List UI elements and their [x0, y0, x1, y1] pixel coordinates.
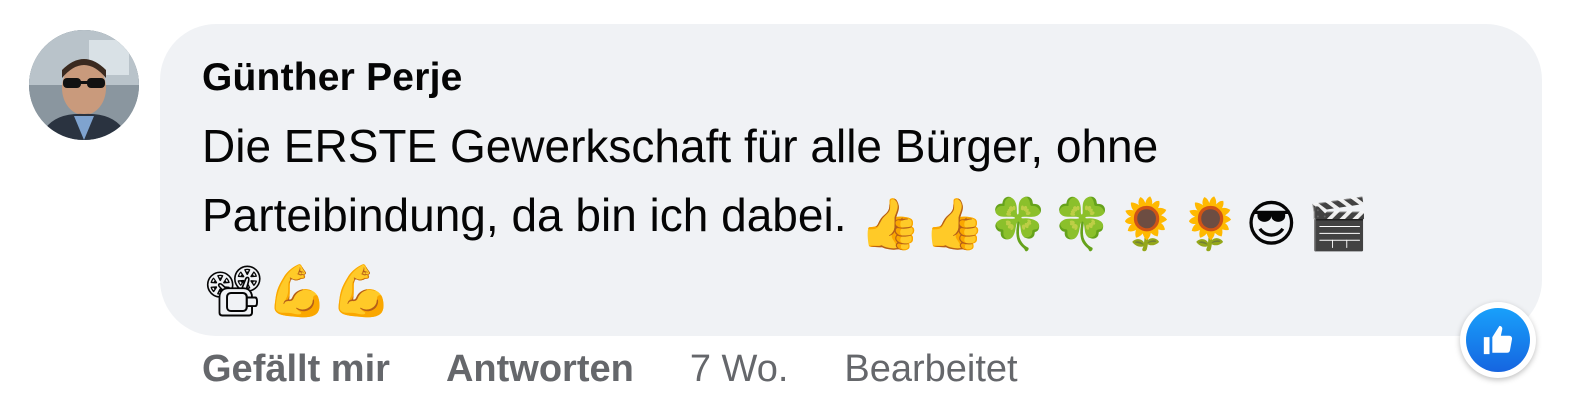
sunflower-emoji: 🌻: [1179, 196, 1242, 252]
sunflower-emoji: 🌻: [1115, 196, 1178, 252]
film-projector-emoji: 📽: [202, 262, 266, 319]
comment-actions: Gefällt mir Antworten 7 Wo. Bearbeitet: [202, 344, 1074, 394]
comment: Günther Perje Die ERSTE Gewerkschaft für…: [0, 0, 1580, 412]
thumbs-up-emoji: 👍: [923, 196, 986, 252]
edited-label: Bearbeitet: [844, 347, 1018, 390]
comment-text: Die ERSTE Gewerkschaft für alle Bürger, …: [202, 112, 1502, 321]
reaction-badge[interactable]: [1460, 302, 1536, 378]
avatar-image: [29, 30, 139, 140]
reply-button[interactable]: Antworten: [446, 348, 634, 391]
thumbs-up-emoji: 👍: [859, 196, 922, 252]
thumbs-up-icon: [1466, 308, 1530, 372]
flexed-biceps-emoji: 💪: [330, 262, 393, 319]
comment-bubble: Günther Perje Die ERSTE Gewerkschaft für…: [160, 24, 1542, 336]
comment-text-line1: Die ERSTE Gewerkschaft für alle Bürger, …: [202, 120, 1159, 172]
emoji-row-2: 📽 💪 💪: [202, 262, 393, 319]
comment-author[interactable]: Günther Perje: [202, 56, 463, 100]
like-button[interactable]: Gefällt mir: [202, 348, 390, 391]
sunglasses-emoji: 😎: [1245, 196, 1298, 252]
clapper-board-emoji: 🎬: [1307, 196, 1370, 252]
timestamp[interactable]: 7 Wo.: [690, 348, 789, 391]
four-leaf-clover-emoji: 🍀: [987, 196, 1050, 252]
avatar[interactable]: [29, 30, 139, 140]
flexed-biceps-emoji: 💪: [266, 262, 329, 319]
emoji-row-1: 👍 👍 🍀 🍀 🌻 🌻 😎 🎬: [859, 196, 1370, 252]
four-leaf-clover-emoji: 🍀: [1051, 196, 1114, 252]
comment-text-line2: Parteibindung, da bin ich dabei.: [202, 189, 847, 241]
